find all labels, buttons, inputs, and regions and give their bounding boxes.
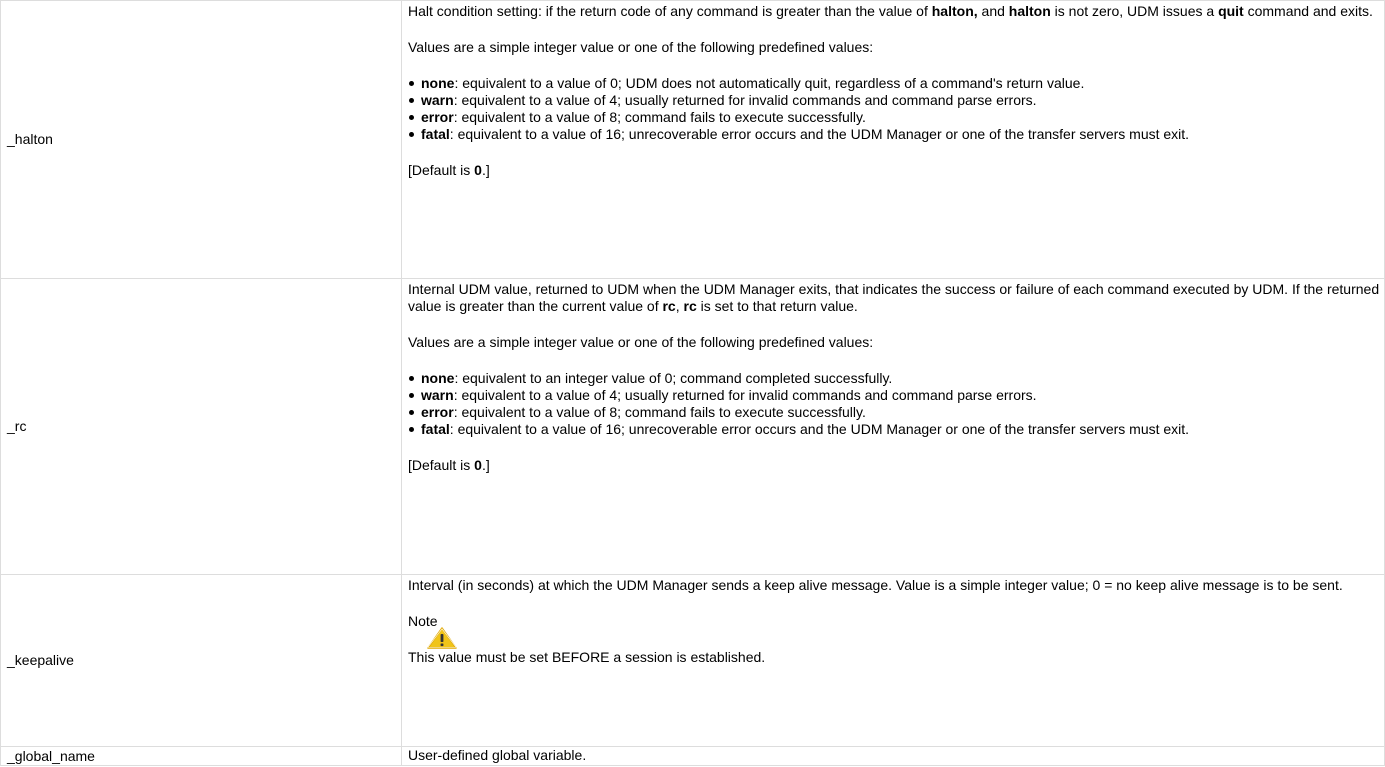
values-list: none: equivalent to a value of 0; UDM do… (408, 75, 1380, 143)
variable-name-cell: _halton (0, 0, 402, 279)
bold-term: halton (1008, 3, 1051, 19)
text-segment: Internal UDM value, returned to UDM when… (408, 281, 1380, 314)
bold-term: warn (421, 92, 454, 108)
list-item: warn: equivalent to a value of 4; usuall… (408, 92, 1380, 109)
item-text: : equivalent to a value of 8; command fa… (453, 404, 866, 420)
list-item: none: equivalent to an integer value of … (408, 370, 1380, 387)
description-cell: Internal UDM value, returned to UDM when… (401, 278, 1385, 575)
item-text: : equivalent to a value of 4; usually re… (453, 387, 1037, 403)
description-paragraph: Internal UDM value, returned to UDM when… (408, 281, 1380, 315)
item-text: : equivalent to a value of 8; command fa… (453, 109, 866, 125)
list-item: warn: equivalent to a value of 4; usuall… (408, 387, 1380, 404)
item-text: : equivalent to a value of 4; usually re… (453, 92, 1037, 108)
variable-name-cell: _keepalive (0, 574, 402, 747)
text-segment: is set to that return value. (696, 298, 858, 314)
table-row: _global_name User-defined global variabl… (0, 746, 1385, 766)
description-paragraph: Halt condition setting: if the return co… (408, 3, 1380, 20)
bold-term: error (421, 109, 454, 125)
text-segment: [Default is (408, 162, 475, 178)
bold-term: fatal (421, 421, 450, 437)
text-segment: command and exits. (1243, 3, 1373, 19)
bold-term: rc (683, 298, 697, 314)
variables-table: _halton Halt condition setting: if the r… (0, 0, 1385, 766)
variable-name-cell: _global_name (0, 746, 402, 766)
list-item: fatal: equivalent to a value of 16; unre… (408, 421, 1380, 438)
text-segment: [Default is (408, 457, 475, 473)
list-item: error: equivalent to a value of 8; comma… (408, 404, 1380, 421)
table-row: _rc Internal UDM value, returned to UDM … (0, 278, 1385, 575)
note-label: Note (408, 613, 438, 629)
text-segment: .] (481, 162, 490, 178)
variable-name: _rc (7, 418, 27, 434)
bold-term: fatal (421, 126, 450, 142)
text-segment: and (977, 3, 1009, 19)
text-segment: Halt condition setting: if the return co… (408, 3, 932, 19)
description-cell: Halt condition setting: if the return co… (401, 0, 1385, 279)
bold-term: halton, (931, 3, 978, 19)
bold-term: none (421, 370, 455, 386)
item-text: : equivalent to a value of 16; unrecover… (449, 126, 1190, 142)
description-cell: User-defined global variable. (401, 746, 1385, 766)
text-segment: is not zero, UDM issues a (1050, 3, 1219, 19)
values-intro: Values are a simple integer value or one… (408, 334, 874, 350)
description-cell: Interval (in seconds) at which the UDM M… (401, 574, 1385, 747)
variable-name: _keepalive (7, 652, 74, 668)
table-row: _keepalive Interval (in seconds) at whic… (0, 574, 1385, 747)
description-paragraph: User-defined global variable. (408, 747, 587, 763)
description-paragraph: Interval (in seconds) at which the UDM M… (408, 577, 1343, 593)
item-text: : equivalent to an integer value of 0; c… (454, 370, 893, 386)
table-row: _halton Halt condition setting: if the r… (0, 0, 1385, 279)
list-item: none: equivalent to a value of 0; UDM do… (408, 75, 1380, 92)
default-value: [Default is 0.] (408, 457, 1380, 474)
list-item: error: equivalent to a value of 8; comma… (408, 109, 1380, 126)
item-text: : equivalent to a value of 0; UDM does n… (454, 75, 1085, 91)
values-list: none: equivalent to an integer value of … (408, 370, 1380, 438)
bold-term: rc (662, 298, 676, 314)
bold-term: quit (1218, 3, 1244, 19)
bold-term: none (421, 75, 455, 91)
bold-term: warn (421, 387, 454, 403)
variable-name: _global_name (7, 747, 95, 764)
text-segment: .] (481, 457, 490, 473)
item-text: : equivalent to a value of 16; unrecover… (449, 421, 1190, 437)
values-intro: Values are a simple integer value or one… (408, 39, 874, 55)
note-icon-row (408, 627, 1380, 649)
bold-term: 0 (474, 457, 482, 473)
bold-term: error (421, 404, 454, 420)
bold-term: 0 (474, 162, 482, 178)
variable-name: _halton (7, 131, 53, 147)
list-item: fatal: equivalent to a value of 16; unre… (408, 126, 1380, 143)
text-segment: , (675, 298, 684, 314)
note-text: This value must be set BEFORE a session … (408, 649, 766, 665)
default-value: [Default is 0.] (408, 162, 1380, 179)
warning-icon (427, 627, 457, 649)
variable-name-cell: _rc (0, 278, 402, 575)
